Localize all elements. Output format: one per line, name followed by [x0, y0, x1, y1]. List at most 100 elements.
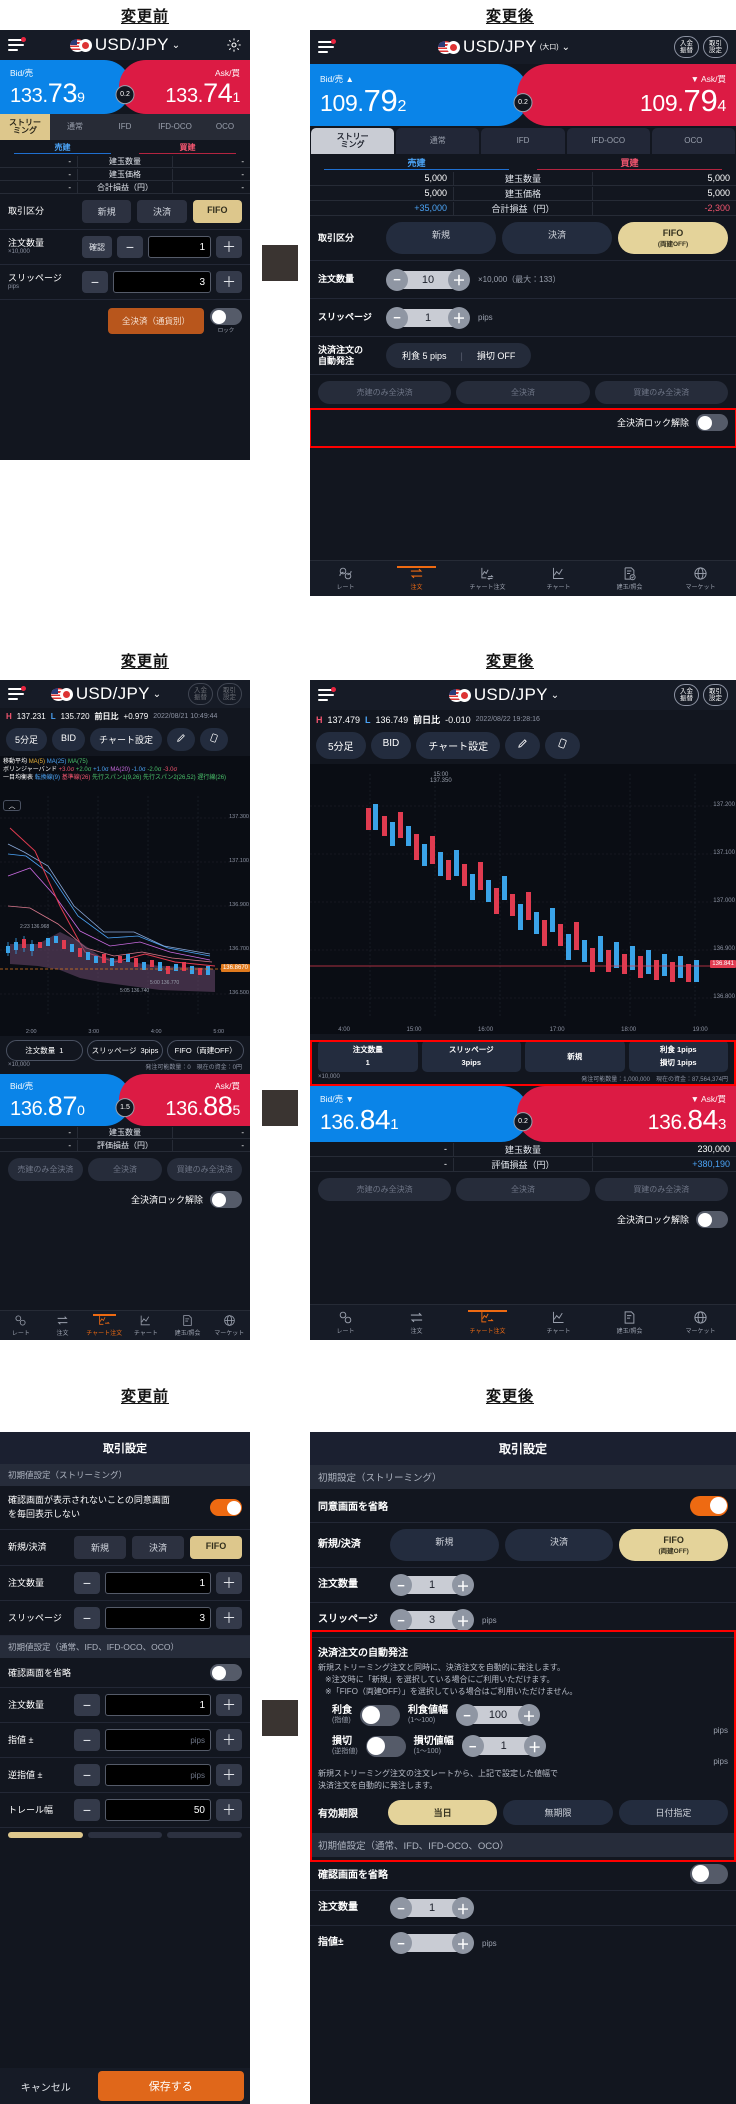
close-sell-only-button[interactable]: 売建のみ全決済 [8, 1158, 83, 1181]
order-qty-stepper[interactable]: − 10 ＋ [386, 268, 470, 291]
kubun-fifo-button[interactable]: FIFO [192, 200, 242, 223]
minus-button[interactable]: − [461, 1735, 484, 1757]
nav-chart-order[interactable]: チャート注文 [452, 1310, 523, 1335]
minus-button[interactable]: − [82, 271, 108, 293]
minus-button[interactable]: − [74, 1607, 100, 1629]
cancel-button[interactable]: キャンセル [0, 2079, 92, 2094]
expiry-segment-partial[interactable] [0, 1828, 250, 1842]
order-qty-stepper[interactable]: − 1 ＋ [390, 1574, 474, 1596]
lock-toggle-wrap[interactable]: ロック [210, 308, 242, 334]
chart-settings-button[interactable]: チャート設定 [90, 728, 162, 751]
shinki-new-button[interactable]: 新規 [390, 1529, 499, 1561]
price-chart[interactable]: 15:00 137.350 137.200 137.100 137.000 13… [310, 764, 736, 1034]
nav-chart[interactable]: チャート [125, 1314, 167, 1337]
minus-button[interactable]: − [390, 1574, 412, 1596]
menu-icon[interactable] [318, 687, 336, 701]
plus-button[interactable]: ＋ [452, 1897, 474, 1919]
close-sell-only-button[interactable]: 売建のみ全決済 [318, 1178, 452, 1201]
order-qty-input[interactable]: 1 [148, 236, 211, 258]
collapse-legend-button[interactable]: ︿ [3, 800, 21, 811]
plus-button[interactable]: ＋ [216, 1572, 242, 1594]
expiry-date-button[interactable]: 日付指定 [618, 1800, 728, 1825]
nav-chart-order[interactable]: チャート注文 [452, 566, 523, 591]
plus-button[interactable]: ＋ [452, 1574, 474, 1596]
timeframe-button[interactable]: 5分足 [6, 728, 48, 751]
order-qty-stepper[interactable]: − 1 ＋ [74, 1572, 242, 1594]
ask-button[interactable]: Ask/買 136.885 [119, 1074, 250, 1126]
plus-button[interactable]: ＋ [216, 1799, 242, 1821]
bid-button[interactable]: Bid/売 ▲ 109.792 [310, 64, 529, 126]
nav-order[interactable]: 注文 [381, 566, 452, 591]
plus-button[interactable]: ＋ [216, 1729, 242, 1751]
ask-button[interactable]: Ask/買 133.741 [119, 60, 250, 114]
lock-release-toggle[interactable] [210, 1191, 242, 1208]
expiry-date-button[interactable] [167, 1832, 243, 1838]
shinki-kessai-segment[interactable]: 新規 決済 FIFO (両建OFF) [390, 1529, 729, 1561]
plus-button[interactable]: ＋ [448, 268, 470, 291]
shinki-fifo-button[interactable]: FIFO (両建OFF) [619, 1529, 729, 1561]
plus-button[interactable]: ＋ [216, 1694, 242, 1716]
minus-button[interactable]: − [74, 1694, 100, 1716]
nav-market[interactable]: マーケット [208, 1314, 250, 1337]
tab-ifd-oco[interactable]: IFD-OCO [150, 114, 200, 140]
rotate-icon[interactable] [199, 728, 228, 751]
tab-ifd[interactable]: IFD [100, 114, 150, 140]
chip-auto-close[interactable]: 利食 1pips 損切 1pips [628, 1040, 728, 1072]
nav-order[interactable]: 注文 [42, 1314, 84, 1337]
menu-icon[interactable] [8, 686, 26, 700]
sashine-stepper[interactable]: − ＋ [390, 1932, 474, 1954]
tab-oco[interactable]: OCO [200, 114, 250, 140]
trail-input[interactable]: 50 [105, 1799, 211, 1821]
currency-pair-selector[interactable]: USD/JPY ⌄ [24, 35, 226, 55]
consent-toggle[interactable] [210, 1499, 242, 1516]
shinki-fifo-button[interactable]: FIFO [190, 1536, 242, 1559]
sashine-input[interactable]: pips [105, 1729, 211, 1751]
profit-toggle[interactable] [360, 1704, 400, 1726]
close-buy-only-button[interactable]: 買建のみ全決済 [167, 1158, 243, 1181]
consent-toggle[interactable] [690, 1495, 728, 1516]
slippage-stepper[interactable]: − 3 ＋ [74, 1607, 242, 1629]
tab-ifd[interactable]: IFD [481, 128, 565, 154]
slippage-input[interactable]: 3 [105, 1607, 211, 1629]
deposit-transfer-button[interactable]: 入金 振替 [188, 682, 213, 706]
bottom-nav[interactable]: レート 注文 チャート注文 チャート 建玉/照会 マーケット [0, 1310, 250, 1340]
plus-button[interactable]: ＋ [452, 1932, 474, 1954]
tab-streaming[interactable]: ストリー ミング [0, 114, 50, 140]
nav-rate[interactable]: レート [310, 1310, 381, 1335]
shinki-close-button[interactable]: 決済 [132, 1536, 184, 1559]
ask-button[interactable]: ▼ Ask/買 109.794 [517, 64, 736, 126]
save-button[interactable]: 保存する [97, 2071, 244, 2101]
close-all-button[interactable]: 全決済 [456, 1178, 590, 1201]
order-qty2-stepper[interactable]: − 1 ＋ [390, 1897, 474, 1919]
close-all-button[interactable]: 全決済 [456, 381, 590, 404]
plus-button[interactable]: ＋ [518, 1704, 540, 1726]
kubun-close-button[interactable]: 決済 [137, 200, 187, 223]
minus-button[interactable]: − [117, 236, 143, 258]
chip-slippage[interactable]: スリッページ 3pips [421, 1040, 521, 1072]
currency-pair-selector[interactable]: USD/JPY (大口) ⌄ [334, 37, 674, 57]
lock-toggle[interactable] [210, 308, 242, 325]
nav-positions[interactable]: 建玉/照会 [594, 1310, 665, 1335]
gyaku-sashine-stepper[interactable]: − pips ＋ [74, 1764, 242, 1786]
plus-button[interactable]: ＋ [216, 1607, 242, 1629]
gear-icon[interactable] [226, 37, 242, 53]
expiry-segment[interactable]: 当日 無期限 日付指定 [388, 1800, 728, 1825]
lock-release-toggle[interactable] [696, 414, 728, 431]
plus-button[interactable]: ＋ [216, 271, 242, 293]
slippage-stepper[interactable]: − 3 ＋ [82, 271, 242, 293]
nav-chart[interactable]: チャート [523, 1310, 594, 1335]
sashine-stepper[interactable]: − pips ＋ [74, 1729, 242, 1751]
slippage-stepper[interactable]: − 3 ＋ [390, 1609, 474, 1631]
minus-button[interactable]: − [74, 1572, 100, 1594]
shinki-kessai-segment[interactable]: 新規 決済 FIFO [74, 1536, 242, 1559]
minus-button[interactable]: − [456, 1704, 478, 1726]
close-all-currency-button[interactable]: 全決済（通貨別） [107, 308, 204, 334]
minus-button[interactable]: − [74, 1729, 100, 1751]
bid-ask-button[interactable]: BID [52, 728, 86, 751]
loss-toggle[interactable] [365, 1735, 406, 1757]
trade-kubun-segment[interactable]: 新規 決済 FIFO [82, 200, 242, 223]
order-type-tabs[interactable]: ストリー ミング 通常 IFD IFD-OCO OCO [0, 114, 250, 140]
trade-settings-button[interactable]: 取引 設定 [703, 683, 728, 707]
chip-slippage[interactable]: スリッページ 3pips [86, 1040, 164, 1061]
expiry-none-button[interactable]: 無期限 [503, 1800, 613, 1825]
